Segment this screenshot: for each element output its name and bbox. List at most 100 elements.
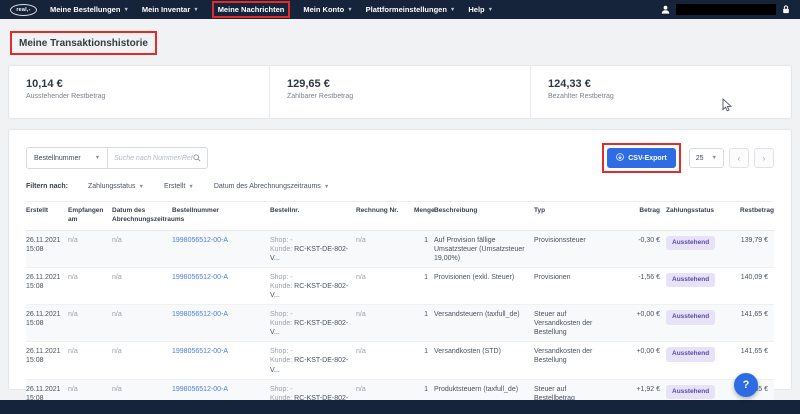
- cell-restbetrag: 139,79 €: [740, 236, 774, 263]
- bestellnummer-link[interactable]: 1998056512-00-A: [172, 386, 228, 393]
- nav-item-bestellungen[interactable]: Meine Bestellungen▼: [50, 5, 129, 14]
- filter-bar: Filtern nach: Zahlungsstatus▼Erstellt▼Da…: [26, 183, 774, 190]
- help-button[interactable]: ?: [734, 373, 758, 397]
- chevron-down-icon: ▼: [712, 155, 717, 161]
- summary-label: Zahlbarer Restbetrag: [287, 93, 530, 100]
- nav-item-label: Plattformeinstellungen: [366, 5, 447, 14]
- cell-betrag: -1,56 €: [614, 273, 666, 300]
- footer-bar: [0, 400, 800, 414]
- cell-rechnung-nr: n/a: [356, 347, 414, 374]
- summary-value: 129,65 €: [287, 78, 530, 90]
- filter-item-1[interactable]: Erstellt▼: [164, 183, 194, 190]
- cell-beschreibung: Auf Provision fällige Umsatzsteuer (Umsa…: [434, 236, 534, 263]
- bestellnummer-link[interactable]: 1998056512-00-A: [172, 311, 228, 318]
- chevron-down-icon: ▼: [324, 184, 329, 190]
- chevron-down-icon: ▼: [95, 155, 100, 161]
- nav-right-section: [661, 1, 790, 19]
- csv-export-button[interactable]: CSV-Export: [607, 148, 676, 168]
- cell-restbetrag: 141,65 €: [740, 310, 774, 337]
- cell-erstellt: 26.11.2021 15:08: [26, 273, 68, 300]
- prev-page-button[interactable]: ‹: [729, 148, 749, 168]
- search-input[interactable]: [114, 155, 193, 162]
- cell-erstellt: 26.11.2021 15:08: [26, 347, 68, 374]
- nav-item-nachrichten[interactable]: Meine Nachrichten: [212, 1, 291, 18]
- cell-menge: 1: [414, 273, 434, 300]
- cell-typ: Steuer auf Versandkosten der Bestellung: [534, 310, 614, 337]
- redacted-username: [676, 4, 776, 15]
- cell-restbetrag: 140,09 €: [740, 273, 774, 300]
- download-icon: [616, 153, 624, 163]
- cell-betrag: +0,00 €: [614, 310, 666, 337]
- chevron-down-icon: ▼: [347, 7, 352, 13]
- cell-bestellnummer: 1998056512-00-A: [172, 236, 270, 263]
- bestellnummer-link[interactable]: 1998056512-00-A: [172, 274, 228, 281]
- summary-label: Ausstehender Restbetrag: [26, 93, 269, 100]
- annotation-box-title: Meine Transaktionshistorie: [10, 31, 157, 55]
- nav-item-label: Mein Inventar: [142, 5, 190, 14]
- cell-abrechnungsdatum: n/a: [112, 236, 172, 263]
- nav-item-label: Meine Bestellungen: [50, 5, 120, 14]
- cell-empfangen-am: n/a: [68, 236, 112, 263]
- table-row: 26.11.2021 15:08n/an/a1998056512-00-ASho…: [26, 305, 774, 342]
- search-field: [108, 147, 208, 169]
- lock-icon[interactable]: [782, 1, 790, 19]
- transactions-panel: Bestellnummer ▼ CSV-Export 25 ▼ ‹ › Filt…: [8, 129, 792, 390]
- page-title: Meine Transaktionshistorie: [12, 34, 155, 53]
- chevron-down-icon: ▼: [139, 184, 144, 190]
- cell-bestellnummer: 1998056512-00-A: [172, 310, 270, 337]
- cell-rechnung-nr: n/a: [356, 236, 414, 263]
- filter-item-0[interactable]: Zahlungsstatus ▼: [88, 183, 144, 190]
- column-header: Datum des Abrechnungszeitraums: [112, 207, 172, 225]
- chevron-down-icon: ▼: [450, 7, 455, 13]
- page-size-dropdown[interactable]: 25 ▼: [689, 148, 724, 168]
- nav-item-konto[interactable]: Mein Konto▼: [303, 5, 352, 14]
- bestellnummer-link[interactable]: 1998056512-00-A: [172, 348, 228, 355]
- cell-abrechnungsdatum: n/a: [112, 273, 172, 300]
- toolbar: Bestellnummer ▼ CSV-Export 25 ▼ ‹ ›: [26, 143, 774, 173]
- summary-value: 124,33 €: [548, 78, 791, 90]
- cell-bestellnr: Shop: -Kunde: RC-KST-DE-802-V...: [270, 347, 356, 374]
- chevron-down-icon: ▼: [193, 7, 198, 13]
- cell-beschreibung: Versandkosten (STD): [434, 347, 534, 374]
- summary-card-payable: 129,65 € Zahlbarer Restbetrag: [269, 66, 530, 118]
- summary-label: Bezahlter Restbetrag: [548, 93, 791, 100]
- cell-abrechnungsdatum: n/a: [112, 347, 172, 374]
- search-type-label: Bestellnummer: [34, 155, 81, 162]
- cell-rechnung-nr: n/a: [356, 310, 414, 337]
- nav-item-plattformeinstellungen[interactable]: Plattformeinstellungen▼: [366, 5, 456, 14]
- cell-menge: 1: [414, 310, 434, 337]
- chevron-down-icon: ▼: [188, 184, 193, 190]
- column-header: Erstellt: [26, 207, 68, 225]
- cell-zahlungsstatus: Ausstehend: [666, 347, 740, 374]
- nav-item-help[interactable]: Help▼: [468, 5, 493, 14]
- nav-item-label: Mein Konto: [303, 5, 344, 14]
- status-badge: Ausstehend: [666, 310, 715, 324]
- nav-item-label: Meine Nachrichten: [218, 5, 285, 14]
- filter-item-label: Zahlungsstatus: [88, 183, 135, 190]
- filter-item-label: Erstellt: [164, 183, 185, 190]
- column-header: Menge: [414, 207, 434, 225]
- search-icon[interactable]: [193, 149, 201, 167]
- summary-value: 10,14 €: [26, 78, 269, 90]
- status-badge: Ausstehend: [666, 236, 715, 250]
- transactions-table: ErstelltEmpfangen amDatum des Abrechnung…: [26, 201, 774, 414]
- bestellnummer-link[interactable]: 1998056512-00-A: [172, 237, 228, 244]
- cell-beschreibung: Versandsteuern (taxfull_de): [434, 310, 534, 337]
- cell-zahlungsstatus: Ausstehend: [666, 273, 740, 300]
- cell-beschreibung: Provisionen (exkl. Steuer): [434, 273, 534, 300]
- cell-bestellnummer: 1998056512-00-A: [172, 347, 270, 374]
- cell-empfangen-am: n/a: [68, 347, 112, 374]
- brand-logo[interactable]: real,-: [10, 4, 37, 16]
- next-page-button[interactable]: ›: [754, 148, 774, 168]
- user-icon: [661, 1, 670, 19]
- csv-export-label: CSV-Export: [628, 155, 667, 162]
- column-header: Restbetrag: [740, 207, 780, 225]
- nav-item-label: Help: [468, 5, 484, 14]
- nav-item-inventar[interactable]: Mein Inventar▼: [142, 5, 199, 14]
- search-type-dropdown[interactable]: Bestellnummer ▼: [26, 147, 108, 169]
- status-badge: Ausstehend: [666, 347, 715, 361]
- cell-erstellt: 26.11.2021 15:08: [26, 310, 68, 337]
- filter-item-2[interactable]: Datum des Abrechnungszeitraums▼: [214, 183, 329, 190]
- column-header: Zahlungsstatus: [666, 207, 740, 225]
- cell-zahlungsstatus: Ausstehend: [666, 310, 740, 337]
